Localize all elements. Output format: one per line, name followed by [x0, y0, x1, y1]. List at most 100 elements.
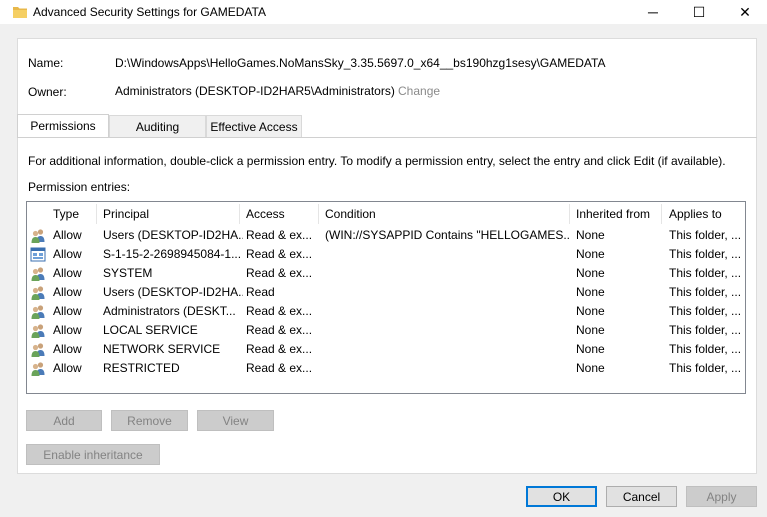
column-separator[interactable]: [318, 204, 319, 224]
cell-condition: [325, 302, 570, 321]
cell-condition: [325, 340, 570, 359]
cell-inherited-from: None: [576, 323, 605, 337]
cell-type: Allow: [53, 228, 82, 242]
cell-access: Read & ex...: [246, 304, 313, 318]
apply-button[interactable]: Apply: [686, 486, 757, 507]
tab-auditing[interactable]: Auditing: [109, 115, 206, 137]
cell-inherited-from: None: [576, 285, 605, 299]
column-separator[interactable]: [661, 204, 662, 224]
owner-label: Owner:: [28, 85, 67, 99]
cell-applies-to: This folder, ...: [669, 361, 742, 375]
owner-value: Administrators (DESKTOP-ID2HAR5\Administ…: [115, 84, 395, 98]
column-header-inherited-from[interactable]: Inherited from: [576, 204, 650, 224]
user-group-icon: [31, 305, 45, 319]
name-label: Name:: [28, 56, 64, 70]
app-package-icon: [30, 247, 46, 262]
cell-type: Allow: [53, 247, 82, 261]
cell-applies-to: This folder, ...: [669, 342, 742, 356]
cell-applies-to: This folder, ...: [669, 304, 742, 318]
cell-access: Read & ex...: [246, 247, 313, 261]
cell-applies-to: This folder, ...: [669, 247, 742, 261]
permission-entry-row[interactable]: Allow Users (DESKTOP-ID2HA... Read None This…: [27, 283, 745, 302]
maximize-icon: ☐: [692, 3, 706, 20]
permission-entries-label: Permission entries:: [28, 180, 131, 194]
cell-applies-to: This folder, ...: [669, 228, 742, 242]
tab-effective-access[interactable]: Effective Access: [206, 115, 302, 137]
cell-applies-to: This folder, ...: [669, 266, 742, 280]
cell-principal: NETWORK SERVICE: [103, 342, 221, 356]
cell-condition: [325, 359, 570, 378]
cell-principal: Users (DESKTOP-ID2HA...: [103, 285, 243, 299]
instructions-text: For additional information, double-click…: [28, 154, 726, 168]
change-owner-link[interactable]: Change: [398, 84, 440, 98]
cell-principal: S-1-15-2-2698945084-1...: [103, 247, 242, 261]
cell-condition: [325, 245, 570, 264]
user-group-icon: [31, 229, 45, 243]
folder-icon: [13, 7, 27, 18]
view-button[interactable]: View: [197, 410, 274, 431]
add-button[interactable]: Add: [26, 410, 102, 431]
column-separator[interactable]: [239, 204, 240, 224]
column-header-principal[interactable]: Principal: [103, 204, 149, 224]
permission-entry-row[interactable]: Allow Users (DESKTOP-ID2HA... Read & ex...…: [27, 226, 745, 245]
cell-access: Read: [246, 285, 275, 299]
user-group-icon: [31, 267, 45, 281]
permission-entry-row[interactable]: Allow NETWORK SERVICE Read & ex... None This…: [27, 340, 745, 359]
cell-type: Allow: [53, 304, 82, 318]
close-icon: ✕: [739, 3, 751, 20]
cell-access: Read & ex...: [246, 342, 313, 356]
user-group-icon: [31, 362, 45, 376]
cell-type: Allow: [53, 285, 82, 299]
cell-inherited-from: None: [576, 266, 605, 280]
cell-principal: SYSTEM: [103, 266, 153, 280]
cell-condition: [325, 264, 570, 283]
cell-condition: (WIN://SYSAPPID Contains "HELLOGAMES....: [325, 228, 570, 242]
cell-inherited-from: None: [576, 342, 605, 356]
enable-inheritance-button[interactable]: Enable inheritance: [26, 444, 160, 465]
cell-access: Read & ex...: [246, 361, 313, 375]
minimize-icon: ─: [648, 4, 658, 20]
minimize-button[interactable]: ─: [630, 0, 676, 24]
cell-access: Read & ex...: [246, 323, 313, 337]
cell-inherited-from: None: [576, 228, 605, 242]
cell-principal: Users (DESKTOP-ID2HA...: [103, 228, 243, 242]
tab-permissions[interactable]: Permissions: [17, 114, 109, 137]
cell-type: Allow: [53, 323, 82, 337]
cell-inherited-from: None: [576, 361, 605, 375]
cell-inherited-from: None: [576, 247, 605, 261]
cell-condition: [325, 321, 570, 340]
cell-applies-to: This folder, ...: [669, 323, 742, 337]
permission-entry-row[interactable]: Allow SYSTEM Read & ex... None This folder, …: [27, 264, 745, 283]
cell-applies-to: This folder, ...: [669, 285, 742, 299]
column-header-condition[interactable]: Condition: [325, 204, 376, 224]
column-header-access[interactable]: Access: [246, 204, 285, 224]
permission-entry-row[interactable]: Allow S-1-15-2-2698945084-1... Read & ex..…: [27, 245, 745, 264]
cell-type: Allow: [53, 361, 82, 375]
user-group-icon: [31, 343, 45, 357]
cancel-button[interactable]: Cancel: [606, 486, 677, 507]
close-button[interactable]: ✕: [722, 0, 767, 24]
column-header-type[interactable]: Type: [53, 204, 79, 224]
column-separator[interactable]: [96, 204, 97, 224]
name-value: D:\WindowsApps\HelloGames.NoMansSky_3.35…: [115, 56, 606, 70]
cell-principal: Administrators (DESKT...: [103, 304, 236, 318]
cell-inherited-from: None: [576, 304, 605, 318]
ok-button[interactable]: OK: [526, 486, 597, 507]
cell-condition: [325, 283, 570, 302]
permission-entry-row[interactable]: Allow Administrators (DESKT... Read & ex..…: [27, 302, 745, 321]
cell-principal: LOCAL SERVICE: [103, 323, 198, 337]
remove-button[interactable]: Remove: [111, 410, 188, 431]
cell-access: Read & ex...: [246, 228, 313, 242]
cell-principal: RESTRICTED: [103, 361, 180, 375]
user-group-icon: [31, 324, 45, 338]
cell-type: Allow: [53, 266, 82, 280]
user-group-icon: [31, 286, 45, 300]
column-header-applies-to[interactable]: Applies to: [669, 204, 722, 224]
permission-entry-row[interactable]: Allow RESTRICTED Read & ex... None This fold…: [27, 359, 745, 378]
cell-type: Allow: [53, 342, 82, 356]
permission-entry-row[interactable]: Allow LOCAL SERVICE Read & ex... None This f…: [27, 321, 745, 340]
maximize-button[interactable]: ☐: [676, 0, 722, 24]
column-separator[interactable]: [569, 204, 570, 224]
window-title: Advanced Security Settings for GAMEDATA: [33, 5, 266, 19]
tab-divider: [17, 137, 757, 138]
